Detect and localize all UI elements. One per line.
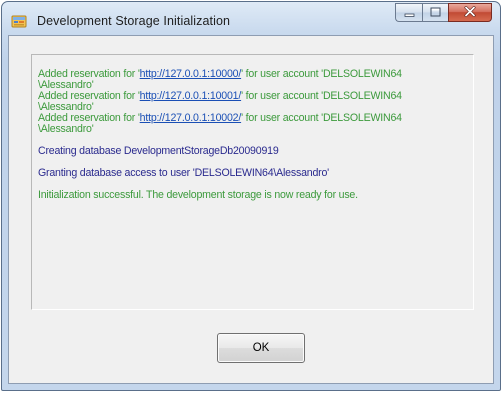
url-link[interactable]: http://127.0.0.1:10002/ [140, 112, 242, 124]
close-icon [464, 4, 476, 22]
close-button[interactable] [448, 3, 492, 22]
maximize-button[interactable] [422, 3, 448, 22]
minimize-button[interactable] [395, 3, 422, 22]
maximize-icon [430, 4, 441, 22]
dialog-client-area: Added reservation for 'http://127.0.0.1:… [8, 35, 494, 384]
log-line-wrap: \Alessandro' [38, 123, 94, 135]
log-line-creating-db: Creating database DevelopmentStorageDb20… [38, 145, 279, 157]
log-line: Added reservation for 'http://127.0.0.1:… [38, 91, 468, 102]
caption-buttons [395, 3, 492, 23]
minimize-icon [404, 4, 415, 22]
log-text: ' for user account 'DELSOLEWIN64 [241, 68, 402, 80]
app-window-icon [11, 13, 27, 29]
log-text: ' for user account 'DELSOLEWIN64 [241, 90, 402, 102]
log-output: Added reservation for 'http://127.0.0.1:… [38, 69, 468, 201]
log-line: Added reservation for 'http://127.0.0.1:… [38, 69, 468, 80]
url-link[interactable]: http://127.0.0.1:10001/ [140, 90, 242, 102]
title-bar[interactable]: Development Storage Initialization [2, 2, 500, 36]
log-line: Added reservation for 'http://127.0.0.1:… [38, 113, 468, 124]
url-link[interactable]: http://127.0.0.1:10000/ [140, 68, 242, 80]
dialog-window: Development Storage Initialization Added… [1, 1, 501, 391]
ok-button[interactable]: OK [217, 333, 305, 363]
window-title: Development Storage Initialization [37, 14, 231, 28]
log-line-granting-access: Granting database access to user 'DELSOL… [38, 167, 329, 179]
log-line-success: Initialization successful. The developme… [38, 189, 358, 201]
log-text: ' for user account 'DELSOLEWIN64 [241, 112, 402, 124]
log-panel: Added reservation for 'http://127.0.0.1:… [31, 54, 474, 310]
